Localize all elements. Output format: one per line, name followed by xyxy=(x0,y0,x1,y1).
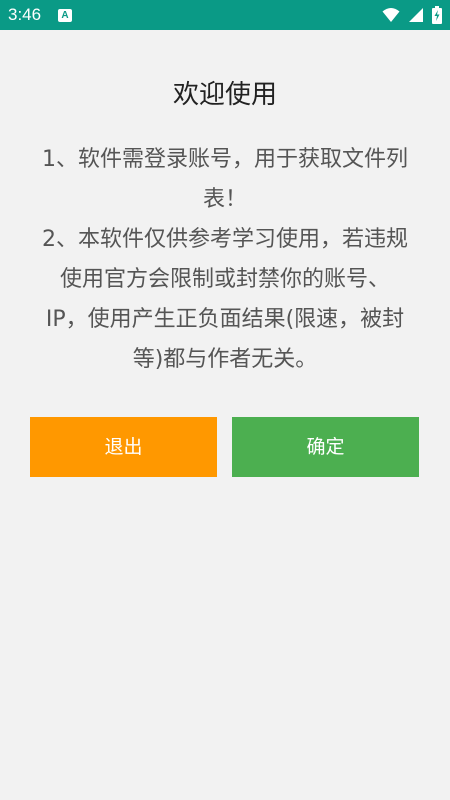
wifi-icon xyxy=(382,7,400,23)
exit-button[interactable]: 退出 xyxy=(30,417,217,477)
dialog-title: 欢迎使用 xyxy=(172,80,277,110)
battery-charging-icon xyxy=(432,6,442,24)
confirm-button[interactable]: 确定 xyxy=(232,417,419,477)
status-bar: 3:46 A xyxy=(0,0,450,30)
welcome-dialog: 欢迎使用 1、软件需登录账号，用于获取文件列表！ 2、本软件仅供参考学习使用，若… xyxy=(0,30,450,800)
notice-text: 1、软件需登录账号，用于获取文件列表！ 2、本软件仅供参考学习使用，若违规使用官… xyxy=(42,140,408,380)
notification-app-icon: A xyxy=(58,9,72,22)
status-icons xyxy=(382,6,442,24)
notice-line-1: 1、软件需登录账号，用于获取文件列表！ xyxy=(42,147,408,212)
signal-icon xyxy=(408,7,424,23)
status-time: 3:46 xyxy=(8,5,42,24)
notice-line-2: 2、本软件仅供参考学习使用，若违规使用官方会限制或封禁你的账号、IP，使用产生正… xyxy=(42,227,408,372)
